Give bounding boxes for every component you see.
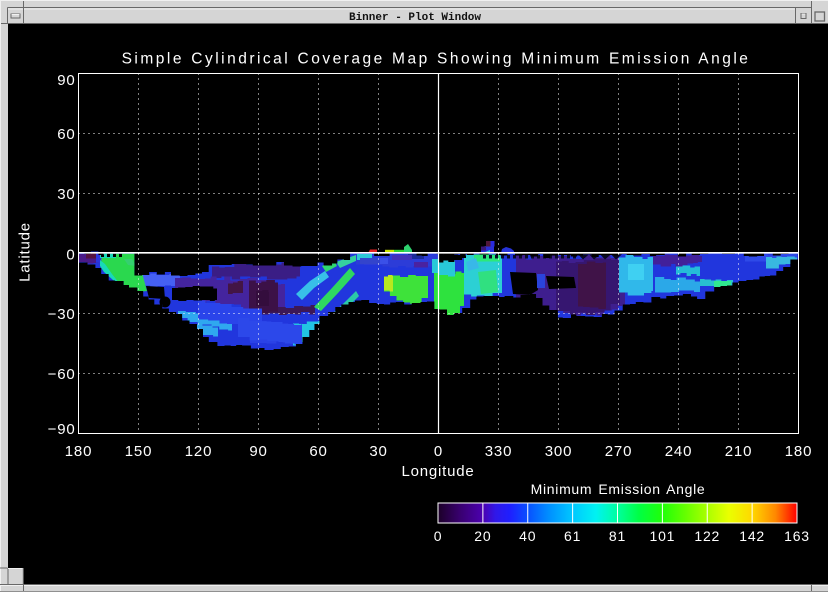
svg-text:30: 30 — [57, 186, 75, 203]
svg-text:30: 30 — [369, 443, 387, 460]
svg-text:163: 163 — [784, 528, 810, 544]
svg-text:40: 40 — [519, 528, 536, 544]
svg-text:0: 0 — [434, 443, 443, 460]
svg-text:0: 0 — [66, 246, 75, 263]
svg-text:180: 180 — [785, 443, 812, 460]
svg-text:Latitude: Latitude — [17, 222, 34, 282]
svg-text:101: 101 — [649, 528, 675, 544]
svg-text:270: 270 — [605, 443, 632, 460]
svg-text:330: 330 — [485, 443, 512, 460]
svg-text:300: 300 — [545, 443, 572, 460]
svg-text:122: 122 — [694, 528, 720, 544]
svg-text:Simple Cylindrical Coverage Ma: Simple Cylindrical Coverage Map Showing … — [122, 51, 751, 68]
svg-text:61: 61 — [564, 528, 581, 544]
svg-text:240: 240 — [665, 443, 692, 460]
svg-text:−90: −90 — [48, 421, 76, 438]
svg-text:−30: −30 — [48, 306, 76, 323]
svg-text:Binner - Plot Window: Binner - Plot Window — [349, 12, 481, 24]
svg-text:180: 180 — [65, 443, 92, 460]
svg-text:60: 60 — [57, 126, 75, 143]
svg-text:150: 150 — [125, 443, 152, 460]
svg-text:142: 142 — [739, 528, 765, 544]
svg-text:90: 90 — [57, 72, 75, 89]
svg-text:Longitude: Longitude — [401, 463, 474, 480]
svg-text:81: 81 — [609, 528, 626, 544]
svg-text:0: 0 — [434, 528, 443, 544]
svg-text:Minimum Emission Angle: Minimum Emission Angle — [531, 481, 706, 497]
svg-text:120: 120 — [185, 443, 212, 460]
svg-text:90: 90 — [249, 443, 267, 460]
svg-text:60: 60 — [309, 443, 327, 460]
svg-text:20: 20 — [474, 528, 491, 544]
svg-text:210: 210 — [725, 443, 752, 460]
svg-text:−60: −60 — [48, 366, 76, 383]
